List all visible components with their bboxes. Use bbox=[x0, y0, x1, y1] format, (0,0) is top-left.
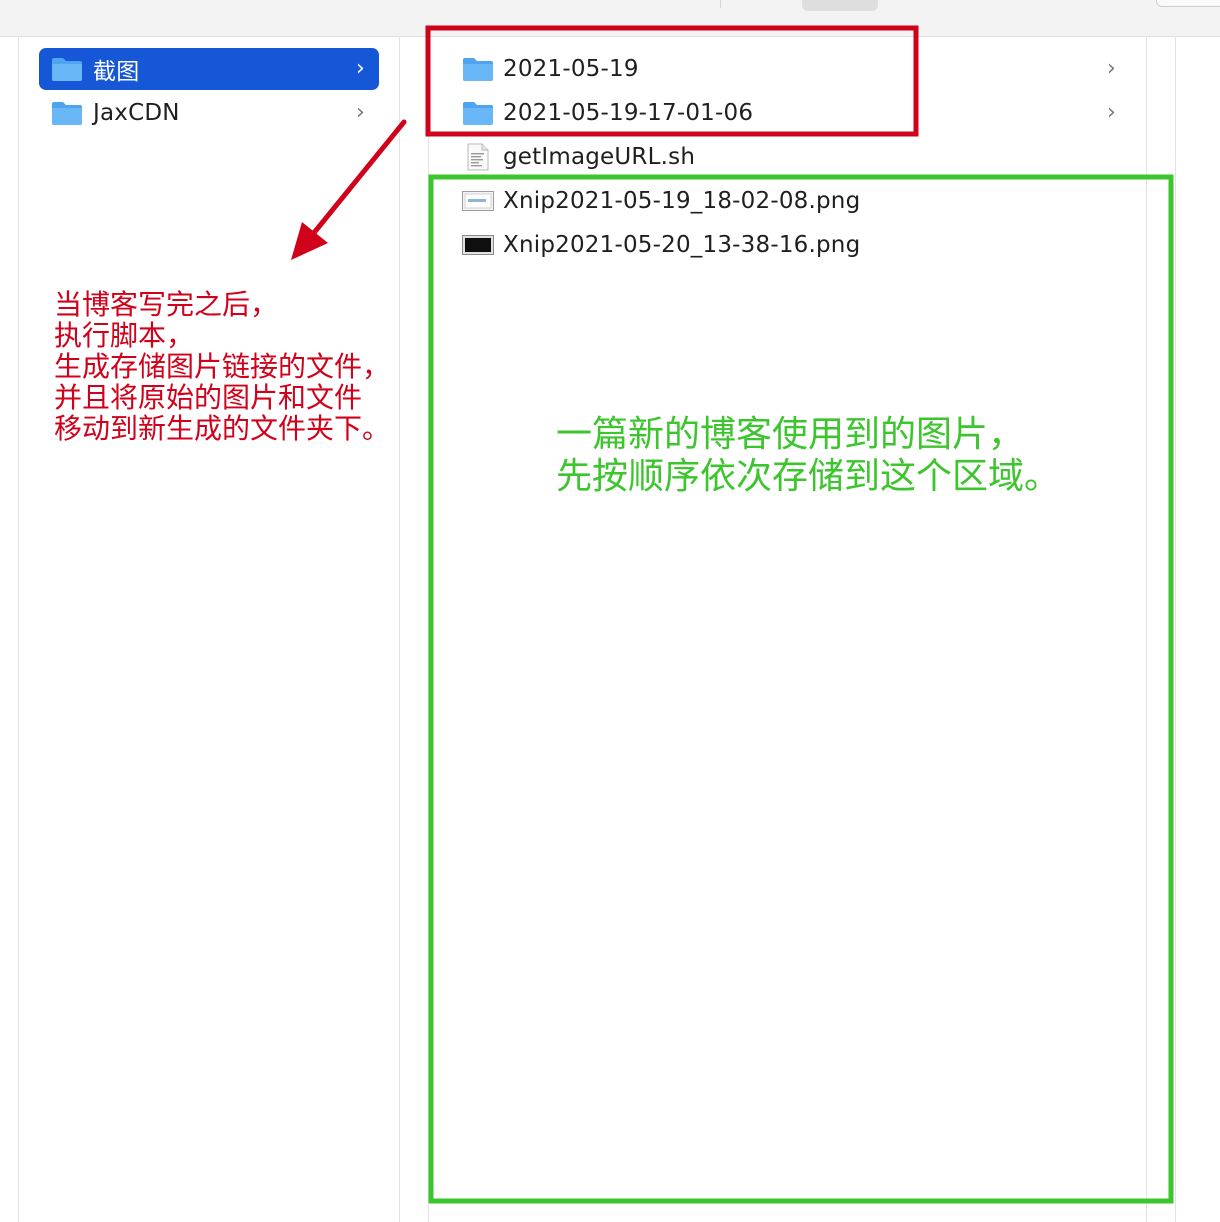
toolbar-segment[interactable] bbox=[802, 0, 878, 11]
red-arrow bbox=[291, 119, 407, 260]
script-file-icon bbox=[462, 143, 494, 171]
file-name: getImageURL.sh bbox=[503, 144, 696, 170]
file-name: 2021-05-19 bbox=[503, 56, 639, 82]
file-row-image[interactable]: Xnip2021-05-20_13-38-16.png bbox=[450, 224, 1126, 266]
chevron-right-icon: › bbox=[356, 56, 365, 81]
image-file-icon bbox=[462, 235, 494, 255]
folder-icon bbox=[51, 100, 83, 126]
green-annotation-text: 一篇新的博客使用到的图片， 先按顺序依次存储到这个区域。 bbox=[556, 414, 1061, 497]
image-file-icon bbox=[462, 191, 494, 211]
folder-icon bbox=[462, 100, 494, 126]
toolbar-divider bbox=[720, 0, 721, 8]
left-item-screenshots[interactable]: 截图 › bbox=[39, 48, 379, 90]
folder-icon bbox=[51, 56, 83, 82]
toolbar-strip bbox=[0, 0, 1220, 37]
column-divider[interactable] bbox=[1146, 36, 1147, 1222]
left-item-label: JaxCDN bbox=[93, 100, 180, 126]
column-divider bbox=[18, 36, 19, 1222]
left-item-label: 截图 bbox=[93, 59, 140, 85]
chevron-right-icon: › bbox=[1107, 56, 1116, 81]
file-name: Xnip2021-05-19_18-02-08.png bbox=[503, 188, 861, 214]
chevron-right-icon: › bbox=[356, 100, 365, 125]
toolbar-corner bbox=[1156, 0, 1220, 7]
folder-icon bbox=[462, 56, 494, 82]
file-row-script[interactable]: getImageURL.sh bbox=[450, 136, 1126, 178]
file-row-image[interactable]: Xnip2021-05-19_18-02-08.png bbox=[450, 180, 1126, 222]
file-name: Xnip2021-05-20_13-38-16.png bbox=[503, 232, 861, 258]
chevron-right-icon: › bbox=[1107, 100, 1116, 125]
file-row-folder-2021-05-19[interactable]: 2021-05-19 › bbox=[450, 48, 1126, 90]
left-item-jaxcdn[interactable]: JaxCDN › bbox=[39, 92, 379, 134]
file-name: 2021-05-19-17-01-06 bbox=[503, 100, 754, 126]
column-divider bbox=[1175, 36, 1176, 1222]
red-annotation-text: 当博客写完之后， 执行脚本， 生成存储图片链接的文件， 并且将原始的图片和文件 … bbox=[54, 288, 391, 445]
column-divider bbox=[428, 36, 429, 1222]
column-divider[interactable] bbox=[399, 36, 400, 1222]
green-highlight-box bbox=[428, 174, 1174, 1204]
file-row-folder-2021-05-19-17-01-06[interactable]: 2021-05-19-17-01-06 › bbox=[450, 92, 1126, 134]
